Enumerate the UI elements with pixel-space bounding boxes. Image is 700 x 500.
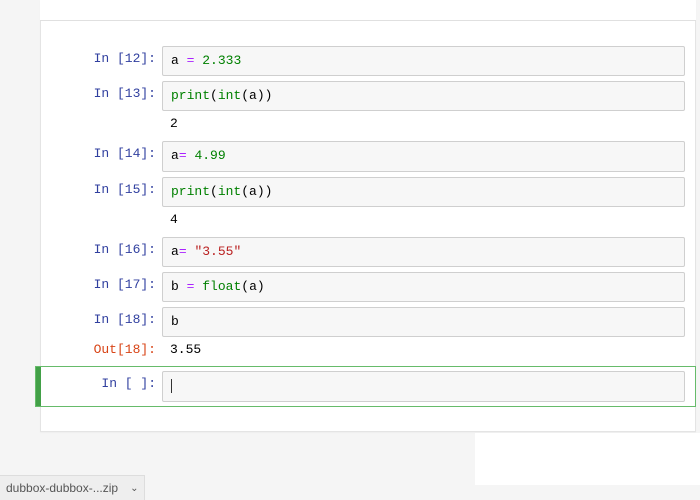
result-output: 3.55 [162,337,685,362]
code-input[interactable]: a= "3.55" [162,237,685,267]
code-cell[interactable]: In [ ]: [36,367,695,405]
output-prompt: Out[18]: [41,337,162,362]
code-input[interactable]: b = float(a) [162,272,685,302]
overlay-patch [475,433,700,485]
code-cell[interactable]: In [12]:a = 2.333 [41,46,695,76]
code-cell[interactable]: In [15]:print(int(a))4 [41,177,695,232]
code-input[interactable]: print(int(a)) [162,177,685,207]
input-prompt: In [12]: [41,46,162,71]
input-prompt: In [17]: [41,272,162,297]
code-cell[interactable]: In [18]:bOut[18]:3.55 [41,307,695,362]
output-prompt-blank [41,111,162,121]
stdout-output: 4 [162,207,685,232]
text-cursor [171,379,172,393]
input-prompt: In [14]: [41,141,162,166]
code-input[interactable]: b [162,307,685,337]
input-prompt: In [13]: [41,81,162,106]
code-input[interactable]: a= 4.99 [162,141,685,171]
chevron-down-icon: ⌄ [130,483,138,494]
input-prompt: In [18]: [41,307,162,332]
download-tab[interactable]: dubbox-dubbox-...zip ⌄ [0,475,145,500]
code-cell[interactable]: In [14]:a= 4.99 [41,141,695,171]
input-prompt: In [ ]: [41,371,162,396]
code-cell[interactable]: In [13]:print(int(a))2 [41,81,695,136]
output-prompt-blank [41,207,162,217]
download-tab-label: dubbox-dubbox-...zip [6,481,118,495]
input-prompt: In [15]: [41,177,162,202]
code-input[interactable]: a = 2.333 [162,46,685,76]
code-input[interactable] [162,371,685,401]
input-prompt: In [16]: [41,237,162,262]
stdout-output: 2 [162,111,685,136]
code-cell[interactable]: In [17]:b = float(a) [41,272,695,302]
code-input[interactable]: print(int(a)) [162,81,685,111]
code-cell[interactable]: In [16]:a= "3.55" [41,237,695,267]
notebook-container: In [12]:a = 2.333In [13]:print(int(a))2I… [40,21,696,432]
toolbar-strip [40,0,696,21]
